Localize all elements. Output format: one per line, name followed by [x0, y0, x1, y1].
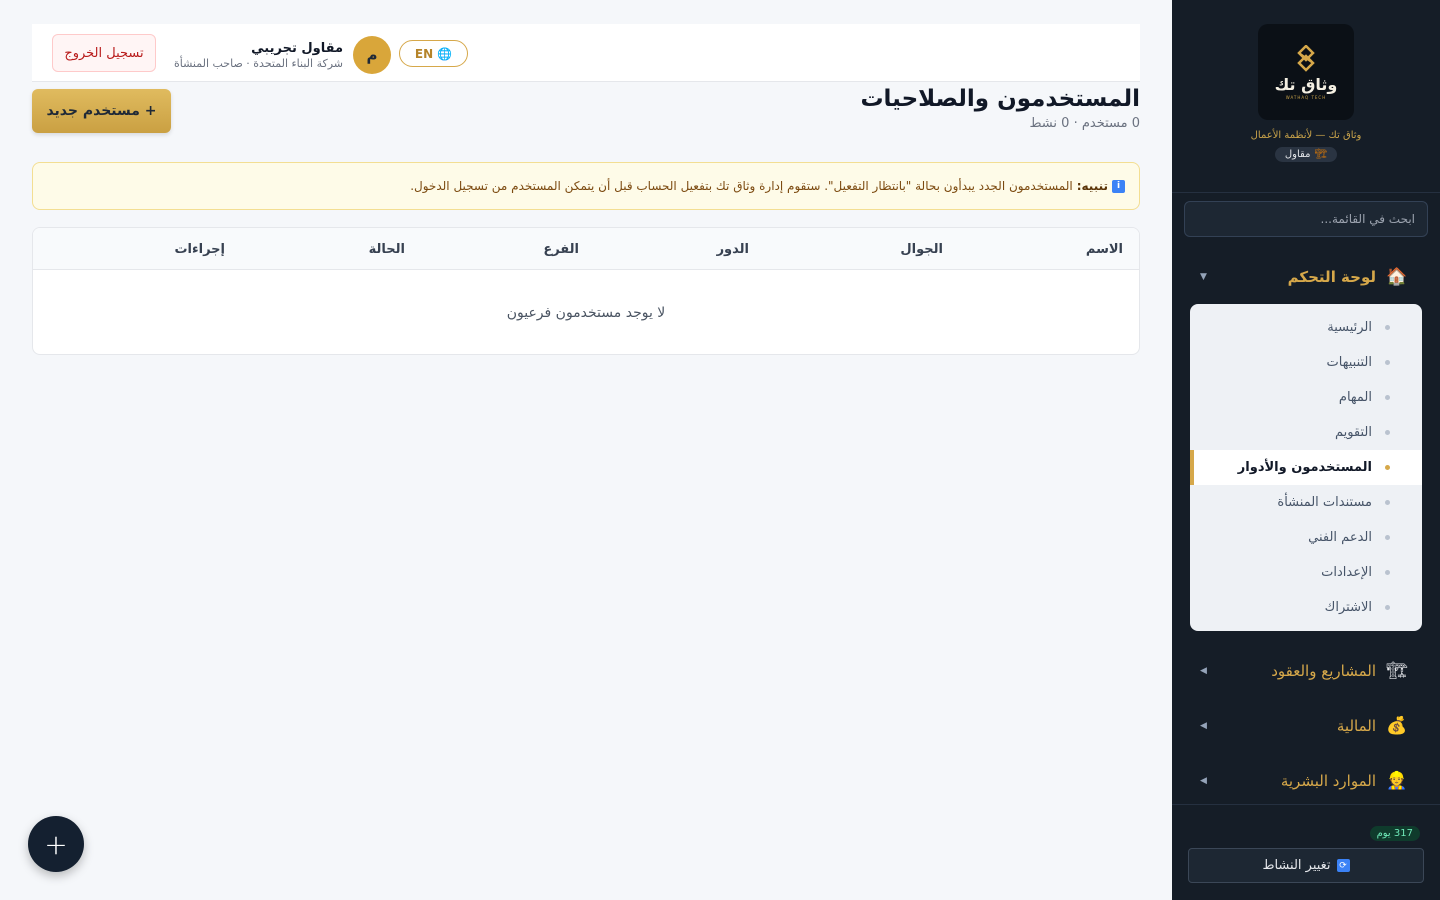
- column-header-branch: الفرع: [543, 242, 579, 257]
- column-header-actions: إجراءات: [174, 242, 225, 257]
- crane-icon: 🏗: [1314, 149, 1328, 160]
- page-subtitle: 0 مستخدم · 0 نشط: [1029, 116, 1140, 131]
- bullet-icon: [1385, 535, 1390, 540]
- activation-notice: i تنبيه: المستخدمون الجدد يبدأون بحالة "…: [32, 162, 1140, 210]
- nav-group-label: الموارد البشرية: [1280, 771, 1376, 790]
- chevron-left-icon: ◀: [1200, 720, 1207, 731]
- sidebar-item-calendar[interactable]: التقويم: [1190, 415, 1422, 450]
- days-remaining-badge: 317 يوم: [1369, 826, 1420, 841]
- brand-block: وثاق تك WATHAQ TECH وثاق تك — لأنظمة الأ…: [1172, 0, 1440, 193]
- sidebar-item-label: الإعدادات: [1321, 565, 1372, 580]
- sidebar-item-home[interactable]: الرئيسية: [1190, 310, 1422, 345]
- logo-text: وثاق تك: [1274, 74, 1338, 94]
- column-header-status: الحالة: [368, 242, 405, 257]
- nav-group-finance[interactable]: 💰 المالية ◀: [1172, 698, 1440, 753]
- refresh-icon: ⟳: [1336, 859, 1350, 872]
- new-user-button[interactable]: + مستخدم جديد: [32, 89, 171, 133]
- language-toggle-button[interactable]: EN 🌐: [399, 40, 468, 67]
- switch-activity-button[interactable]: ⟳ تغيير النشاط: [1188, 848, 1424, 883]
- sidebar-search-wrap: [1172, 193, 1440, 237]
- nav-group-label: المالية: [1336, 716, 1376, 735]
- page-header: المستخدمون والصلاحيات 0 مستخدم · 0 نشط: [860, 86, 1140, 131]
- role-chip-label: مقاول: [1284, 149, 1311, 160]
- bullet-icon: [1385, 395, 1390, 400]
- sidebar: وثاق تك WATHAQ TECH وثاق تك — لأنظمة الأ…: [1172, 0, 1440, 900]
- table-empty-state: لا يوجد مستخدمون فرعيون: [506, 305, 666, 321]
- person-icon: 👷: [1386, 770, 1408, 791]
- bullet-icon: [1385, 430, 1390, 435]
- logout-button[interactable]: تسجيل الخروج: [52, 34, 156, 72]
- house-icon: 🏠: [1386, 266, 1408, 287]
- sidebar-footer: 317 يوم ⟳ تغيير النشاط: [1172, 804, 1440, 900]
- sidebar-item-label: الرئيسية: [1327, 320, 1372, 335]
- role-chip: 🏗 مقاول: [1274, 147, 1338, 162]
- logo-subtext: WATHAQ TECH: [1285, 94, 1327, 100]
- user-text: مقاول تجريبي شركة البناء المتحدة · صاحب …: [174, 41, 343, 70]
- notice-text: المستخدمون الجدد يبدأون بحالة "بانتظار ا…: [410, 179, 1073, 193]
- nav-group-projects[interactable]: 🏗 المشاريع والعقود ◀: [1172, 643, 1440, 698]
- user-name: مقاول تجريبي: [251, 40, 344, 56]
- sidebar-item-label: مستندات المنشأة: [1277, 495, 1372, 510]
- chevron-left-icon: ◀: [1200, 775, 1207, 786]
- nav-group-hr[interactable]: 👷 الموارد البشرية ◀: [1172, 753, 1440, 808]
- dashboard-submenu: الرئيسية التنبيهات المهام التقويم المستخ…: [1190, 304, 1422, 631]
- bullet-icon: [1385, 570, 1390, 575]
- nav-group-label: المشاريع والعقود: [1271, 661, 1376, 680]
- sidebar-item-label: التقويم: [1334, 425, 1372, 440]
- bullet-icon: [1385, 465, 1390, 470]
- sidebar-item-alerts[interactable]: التنبيهات: [1190, 345, 1422, 380]
- user-block[interactable]: مقاول تجريبي شركة البناء المتحدة · صاحب …: [174, 36, 392, 74]
- chevron-down-icon: ▼: [1200, 271, 1207, 282]
- bullet-icon: [1385, 500, 1390, 505]
- info-icon: i: [1112, 179, 1125, 193]
- sidebar-item-label: المهام: [1338, 390, 1372, 405]
- sidebar-item-label: التنبيهات: [1326, 355, 1372, 370]
- logo-mark-icon: [1297, 44, 1315, 72]
- crane-icon: 🏗: [1386, 660, 1408, 681]
- nav-group-dashboard[interactable]: 🏠 لوحة التحكم ▼: [1172, 249, 1440, 304]
- chevron-left-icon: ◀: [1200, 665, 1207, 676]
- column-header-mobile: الجوال: [900, 242, 943, 257]
- nav-group-label: لوحة التحكم: [1287, 267, 1376, 286]
- users-table: الاسم الجوال الدور الفرع الحالة إجراءات …: [32, 227, 1140, 355]
- column-header-name: الاسم: [1085, 242, 1123, 257]
- topbar: تسجيل الخروج مقاول تجريبي شركة البناء ال…: [32, 24, 1140, 82]
- avatar[interactable]: م: [353, 36, 392, 74]
- column-header-role: الدور: [716, 242, 749, 257]
- sidebar-item-support[interactable]: الدعم الفني: [1190, 520, 1422, 555]
- sidebar-item-users-roles[interactable]: المستخدمون والأدوار: [1190, 450, 1422, 485]
- bullet-icon: [1385, 360, 1390, 365]
- money-bag-icon: 💰: [1386, 715, 1408, 736]
- bullet-icon: [1385, 605, 1390, 610]
- sidebar-item-tasks[interactable]: المهام: [1190, 380, 1422, 415]
- logo[interactable]: وثاق تك WATHAQ TECH: [1258, 24, 1354, 120]
- sidebar-item-label: الدعم الفني: [1308, 530, 1372, 545]
- sidebar-item-documents[interactable]: مستندات المنشأة: [1190, 485, 1422, 520]
- sidebar-item-label: الاشتراك: [1324, 600, 1372, 615]
- page-title: المستخدمون والصلاحيات: [860, 86, 1140, 112]
- bullet-icon: [1385, 325, 1390, 330]
- notice-lead: تنبيه:: [1076, 179, 1108, 193]
- sidebar-item-label: المستخدمون والأدوار: [1237, 460, 1372, 475]
- language-label: EN: [414, 46, 434, 61]
- switch-activity-label: تغيير النشاط: [1262, 858, 1331, 873]
- user-company: شركة البناء المتحدة · صاحب المنشأة: [174, 56, 344, 70]
- globe-icon: 🌐: [437, 46, 453, 61]
- table-header: الاسم الجوال الدور الفرع الحالة إجراءات: [33, 228, 1139, 270]
- brand-tagline: وثاق تك — لأنظمة الأعمال: [1250, 130, 1362, 141]
- floating-add-button[interactable]: +: [28, 816, 84, 872]
- sidebar-item-settings[interactable]: الإعدادات: [1190, 555, 1422, 590]
- sidebar-item-subscription[interactable]: الاشتراك: [1190, 590, 1422, 625]
- sidebar-search-input[interactable]: [1184, 201, 1428, 237]
